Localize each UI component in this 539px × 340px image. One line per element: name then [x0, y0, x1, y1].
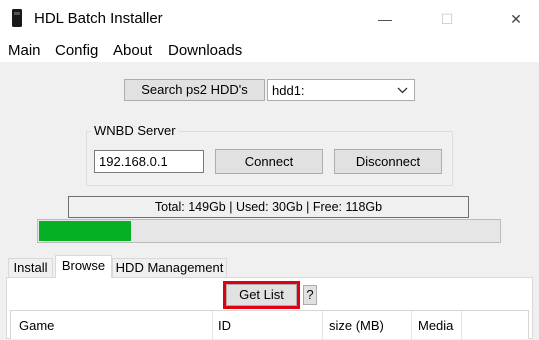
chevron-down-icon [397, 83, 408, 100]
drive-select-value: hdd1: [272, 83, 305, 98]
connect-button[interactable]: Connect [215, 149, 323, 174]
disconnect-button[interactable]: Disconnect [334, 149, 442, 174]
game-list[interactable]: Game ID size (MB) Media [10, 310, 529, 340]
minimize-button[interactable]: — [362, 0, 408, 38]
menu-downloads[interactable]: Downloads [168, 42, 242, 59]
column-divider[interactable] [322, 311, 323, 340]
column-header-media[interactable]: Media [418, 318, 453, 333]
close-button[interactable]: ✕ [493, 0, 539, 38]
disk-usage-bar [37, 219, 501, 243]
ip-address-input[interactable]: 192.168.0.1 [94, 150, 204, 173]
window-title: HDL Batch Installer [34, 10, 163, 27]
column-divider[interactable] [212, 311, 213, 340]
wnbd-group-label: WNBD Server [91, 123, 179, 138]
column-divider[interactable] [411, 311, 412, 340]
menu-config[interactable]: Config [55, 42, 98, 59]
disk-status-text: Total: 149Gb | Used: 30Gb | Free: 118Gb [68, 196, 469, 218]
tab-hdd-management[interactable]: HDD Management [112, 258, 227, 278]
ps2-hdd-icon [11, 9, 23, 30]
title-bar: HDL Batch Installer — ☐ ✕ [0, 0, 539, 38]
tab-browse[interactable]: Browse [55, 255, 112, 278]
maximize-button[interactable]: ☐ [424, 0, 470, 38]
menu-bar: Main Config About Downloads [0, 38, 539, 62]
search-ps2-hdd-button[interactable]: Search ps2 HDD's [124, 79, 265, 101]
drive-select[interactable]: hdd1: [267, 79, 415, 101]
menu-about[interactable]: About [113, 42, 152, 59]
disk-usage-fill [39, 221, 131, 241]
tab-install[interactable]: Install [8, 258, 53, 278]
help-button[interactable]: ? [303, 285, 317, 305]
column-divider[interactable] [461, 311, 462, 340]
column-header-id[interactable]: ID [218, 318, 231, 333]
menu-main[interactable]: Main [8, 42, 41, 59]
column-header-size[interactable]: size (MB) [329, 318, 384, 333]
column-header-game[interactable]: Game [19, 318, 54, 333]
get-list-button[interactable]: Get List [226, 284, 297, 306]
